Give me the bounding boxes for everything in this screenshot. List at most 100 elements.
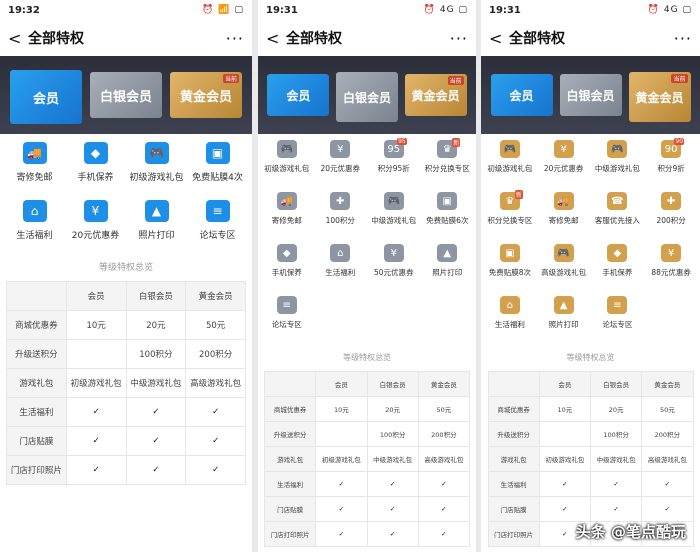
privilege-icon: ♛ 新 (499, 190, 523, 210)
table-cell: 100积分 (589, 421, 643, 447)
table-row: 门店打印照片 ✓ ✓ ✓ (263, 521, 471, 547)
status-bar: 19:31 ⏰ 4G ▢ (258, 0, 476, 20)
privilege-item[interactable]: ≡ 论坛专区 (260, 296, 314, 348)
privilege-label: 手机保养 (602, 268, 633, 277)
table-cell: ✓ (125, 455, 187, 485)
nav-bar: < 全部特权 ··· (481, 20, 700, 56)
privilege-label: 寄修免邮 (16, 173, 53, 183)
table-cell: ✓ (589, 496, 643, 522)
privilege-item[interactable]: ¥88元优惠券 (644, 244, 698, 296)
table-header-cell (263, 371, 317, 397)
privilege-icon: ⌂ (22, 200, 47, 222)
back-icon[interactable]: < (8, 29, 28, 48)
tier-card[interactable]: 白银会员 (559, 74, 622, 116)
tier-card[interactable]: 会员 (490, 74, 553, 116)
privilege-icon: ✚ (661, 192, 682, 210)
privilege-item[interactable]: ⌂ 生活福利 (314, 244, 368, 296)
privilege-item[interactable]: ☎ 客服优先接入 (591, 192, 645, 244)
page-title: 全部特权 (286, 31, 342, 47)
privilege-item[interactable]: ¥50元优惠券 (367, 244, 421, 296)
table-cell: 门店打印照片 (263, 521, 317, 547)
tier-card-label: 白银会员 (342, 90, 391, 105)
table-cell: ✓ (641, 496, 694, 522)
more-menu-icon[interactable]: ··· (226, 29, 244, 48)
tier-card[interactable]: 黄金会员 当前 (628, 72, 691, 122)
privilege-item[interactable]: ⌂ 生活福利 (4, 200, 65, 258)
watermark: 头条 @笔点酷玩 (575, 523, 686, 541)
privilege-item[interactable]: 🎮 初级游戏礼包 (483, 140, 537, 192)
privilege-item[interactable]: 🎮 初级游戏礼包 (260, 140, 314, 192)
privilege-label: 初级游戏礼包 (487, 164, 533, 173)
section-title: 等级特权总览 (98, 263, 153, 273)
privilege-label: 论坛专区 (271, 320, 302, 329)
table-cell: 游戏礼包 (263, 446, 317, 472)
status-icons: ⏰ 4G ▢ (423, 5, 468, 15)
table-header-cell: 黄金会员 (417, 371, 471, 397)
privilege-item[interactable]: ▲ 照片打印 (537, 296, 591, 348)
privilege-item[interactable]: ▣ 免费贴膜4次 (187, 142, 248, 200)
privilege-item[interactable]: ✚ 200积分 (644, 192, 698, 244)
tier-card[interactable]: 会员 (267, 74, 330, 116)
privilege-item[interactable]: ▣ 免费贴膜8次 (483, 244, 537, 296)
table-cell: 200积分 (417, 421, 471, 447)
table-cell: 生活福利 (487, 471, 540, 497)
privilege-item[interactable]: ✚ 100积分 (314, 192, 368, 244)
privilege-item[interactable]: ◆ 手机保养 (591, 244, 645, 296)
back-icon[interactable]: < (489, 29, 509, 48)
privilege-item[interactable]: ♛ 新积分兑换专区 (421, 138, 475, 192)
privilege-item[interactable]: 🎮 中级游戏礼包 (591, 140, 645, 192)
back-icon[interactable]: < (266, 29, 286, 48)
table-cell: ✓ (366, 521, 419, 547)
privilege-item[interactable]: ◆ 手机保养 (260, 244, 314, 296)
privilege-item[interactable]: 🎮 初级游戏礼包 (126, 142, 187, 200)
section-title: 等级特权总览 (566, 353, 615, 362)
tier-card-label: 白银会员 (99, 89, 152, 105)
table-header-cell: 黄金会员 (641, 371, 694, 397)
privilege-icon: ▲ (144, 200, 169, 222)
table-cell: 100积分 (366, 421, 419, 447)
privilege-label: 生活福利 (16, 231, 53, 241)
privilege-item[interactable]: 🚚 寄修免邮 (4, 142, 65, 200)
privilege-item[interactable]: 🎮 中级游戏礼包 (367, 192, 421, 244)
tier-card[interactable]: 黄金会员 当前 (170, 72, 242, 118)
privilege-label: 生活福利 (325, 268, 356, 277)
privilege-label: 20元优惠券 (543, 164, 584, 173)
more-menu-icon[interactable]: ··· (674, 29, 692, 48)
privilege-item[interactable]: ¥20元优惠券 (537, 140, 591, 192)
table-cell: 初级游戏礼包 (65, 368, 127, 398)
privilege-item[interactable]: 🚚 寄修免邮 (537, 192, 591, 244)
privilege-item[interactable]: ≡ 论坛专区 (187, 200, 248, 258)
privilege-label: 免费贴膜4次 (192, 173, 243, 183)
table-row: 门店贴膜 ✓ ✓ ✓ (263, 496, 471, 522)
section-title: 等级特权总览 (343, 353, 391, 362)
privilege-item[interactable]: ♛ 新积分兑换专区 (483, 190, 537, 244)
table-cell: 50元 (417, 396, 471, 422)
more-menu-icon[interactable]: ··· (450, 29, 468, 48)
privilege-label: 照片打印 (432, 268, 463, 277)
privilege-item[interactable]: ▲ 照片打印 (126, 200, 187, 258)
privilege-item[interactable]: ▲ 照片打印 (421, 244, 475, 296)
privilege-label: 88元优惠券 (651, 268, 691, 277)
privilege-item[interactable]: ¥20元优惠券 (314, 140, 368, 192)
privilege-item[interactable]: ⌂ 生活福利 (483, 296, 537, 348)
privilege-item[interactable]: 🎮 高级游戏礼包 (537, 244, 591, 296)
privilege-icon: ▲ (553, 296, 574, 314)
privilege-item[interactable]: 🚚 寄修免邮 (260, 192, 314, 244)
table-cell: 生活福利 (263, 471, 317, 497)
table-cell: ✓ (65, 426, 127, 456)
tier-card[interactable]: 白银会员 (335, 72, 398, 122)
privilege-label: 生活福利 (494, 320, 525, 329)
privilege-item[interactable]: ¥20元优惠券 (65, 200, 126, 258)
table-header-cell (6, 281, 67, 311)
privilege-item[interactable]: ▣ 免费贴膜6次 (421, 192, 475, 244)
privilege-item[interactable]: ≡ 论坛专区 (591, 296, 645, 348)
tier-card[interactable]: 黄金会员 当前 (404, 74, 467, 116)
privilege-item[interactable]: ◆ 手机保养 (65, 142, 126, 200)
table-cell: 门店贴膜 (487, 496, 540, 522)
privilege-item[interactable]: 95 95 积分95折 (367, 138, 421, 192)
discount-badge: 90 (674, 138, 685, 145)
privilege-label: 积分兑换专区 (424, 164, 470, 173)
tier-card[interactable]: 白银会员 (90, 72, 162, 118)
privilege-item[interactable]: 90 90 积分9折 (644, 138, 698, 192)
tier-card[interactable]: 会员 (10, 70, 82, 124)
